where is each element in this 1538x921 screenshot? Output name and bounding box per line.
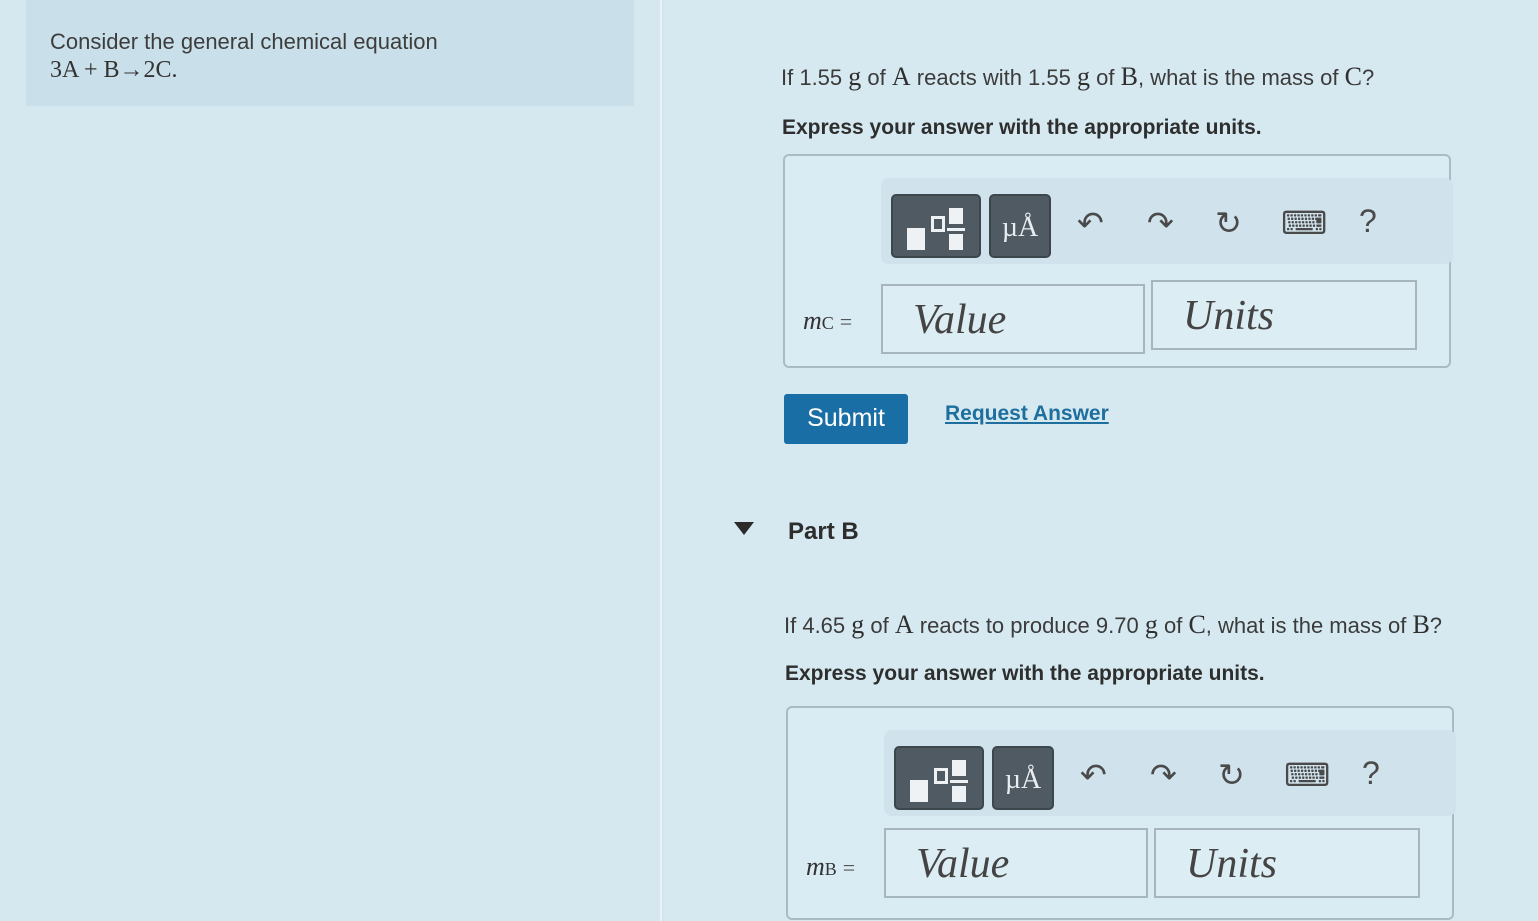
part-b-title[interactable]: Part B [788,518,859,546]
equals-sign: = [839,309,853,334]
part-b-question: If 4.65 g of A reacts to produce 9.70 g … [784,610,1442,640]
question-text: , what is the mass of [1205,613,1407,638]
species-symbol: C [1188,610,1206,639]
units-icon: µÅ [1001,212,1039,243]
reset-icon[interactable]: ↻ [1218,758,1245,792]
question-text: of [1096,65,1115,90]
redo-icon[interactable]: ↷ [1150,758,1177,792]
question-panel: If 1.55 g of A reacts with 1.55 g of B, … [664,0,1538,921]
keyboard-icon[interactable]: ⌨ [1281,206,1327,240]
variable-symbol: m [803,306,822,335]
question-text: If 1.55 [781,65,843,90]
units-button[interactable]: µÅ [989,194,1051,258]
question-text: ? [1361,65,1375,90]
part-b-instruction: Express your answer with the appropriate… [785,662,1265,685]
question-text: , what is the mass of [1137,65,1339,90]
species-symbol: A [894,610,914,639]
unit-symbol: g [1077,62,1090,91]
units-input[interactable]: Units [1151,280,1417,350]
question-text: reacts to produce 9.70 [919,613,1139,638]
part-a-answer-box: µÅ ↶ ↷ ↻ ⌨ ? mC = Value Units [783,154,1453,368]
templates-icon [910,760,972,802]
question-text: of [870,613,889,638]
question-text: If 4.65 [784,613,846,638]
redo-icon[interactable]: ↷ [1147,206,1174,240]
unit-symbol: g [851,610,865,639]
variable-symbol: m [806,852,825,881]
help-icon[interactable]: ? [1362,756,1380,790]
help-icon[interactable]: ? [1359,204,1377,238]
equals-sign: = [842,855,856,880]
part-b-answer-box: µÅ ↶ ↷ ↻ ⌨ ? mB = Value Units [786,706,1456,920]
unit-symbol: g [1144,610,1158,639]
answer-variable-label: mB = [806,852,855,882]
templates-icon [907,208,969,250]
reset-icon[interactable]: ↻ [1215,206,1242,240]
collapse-arrow-icon[interactable] [734,522,754,535]
problem-intro-panel: Consider the general chemical equation 3… [0,0,662,921]
variable-subscript: C [821,313,834,333]
chemical-equation: 3A + B→2C. [50,57,178,83]
math-toolbar: µÅ ↶ ↷ ↻ ⌨ ? [884,730,1456,816]
value-input[interactable]: Value [881,284,1145,354]
part-a-instruction: Express your answer with the appropriate… [782,116,1262,139]
units-input[interactable]: Units [1154,828,1420,898]
problem-statement-text: Consider the general chemical equation [50,29,438,54]
part-a-question: If 1.55 g of A reacts with 1.55 g of B, … [781,62,1374,92]
question-text: of [1163,613,1183,638]
templates-button[interactable] [891,194,981,258]
species-symbol: C [1344,62,1362,91]
units-icon: µÅ [1004,764,1042,795]
species-symbol: B [1120,62,1138,91]
page: Consider the general chemical equation 3… [0,0,1538,921]
keyboard-icon[interactable]: ⌨ [1284,758,1330,792]
variable-subscript: B [824,859,837,879]
math-toolbar: µÅ ↶ ↷ ↻ ⌨ ? [881,178,1453,264]
units-button[interactable]: µÅ [992,746,1054,810]
undo-icon[interactable]: ↶ [1080,758,1107,792]
undo-icon[interactable]: ↶ [1077,206,1104,240]
unit-symbol: g [848,62,862,91]
question-text: of [867,65,886,90]
question-text: reacts with 1.55 [916,65,1071,90]
templates-button[interactable] [894,746,984,810]
request-answer-link[interactable]: Request Answer [945,402,1109,426]
species-symbol: B [1412,610,1430,639]
question-text: ? [1429,613,1443,638]
species-symbol: A [891,62,911,91]
submit-button[interactable]: Submit [784,394,908,444]
problem-statement-box: Consider the general chemical equation 3… [26,0,634,106]
value-input[interactable]: Value [884,828,1148,898]
answer-variable-label: mC = [803,306,852,336]
